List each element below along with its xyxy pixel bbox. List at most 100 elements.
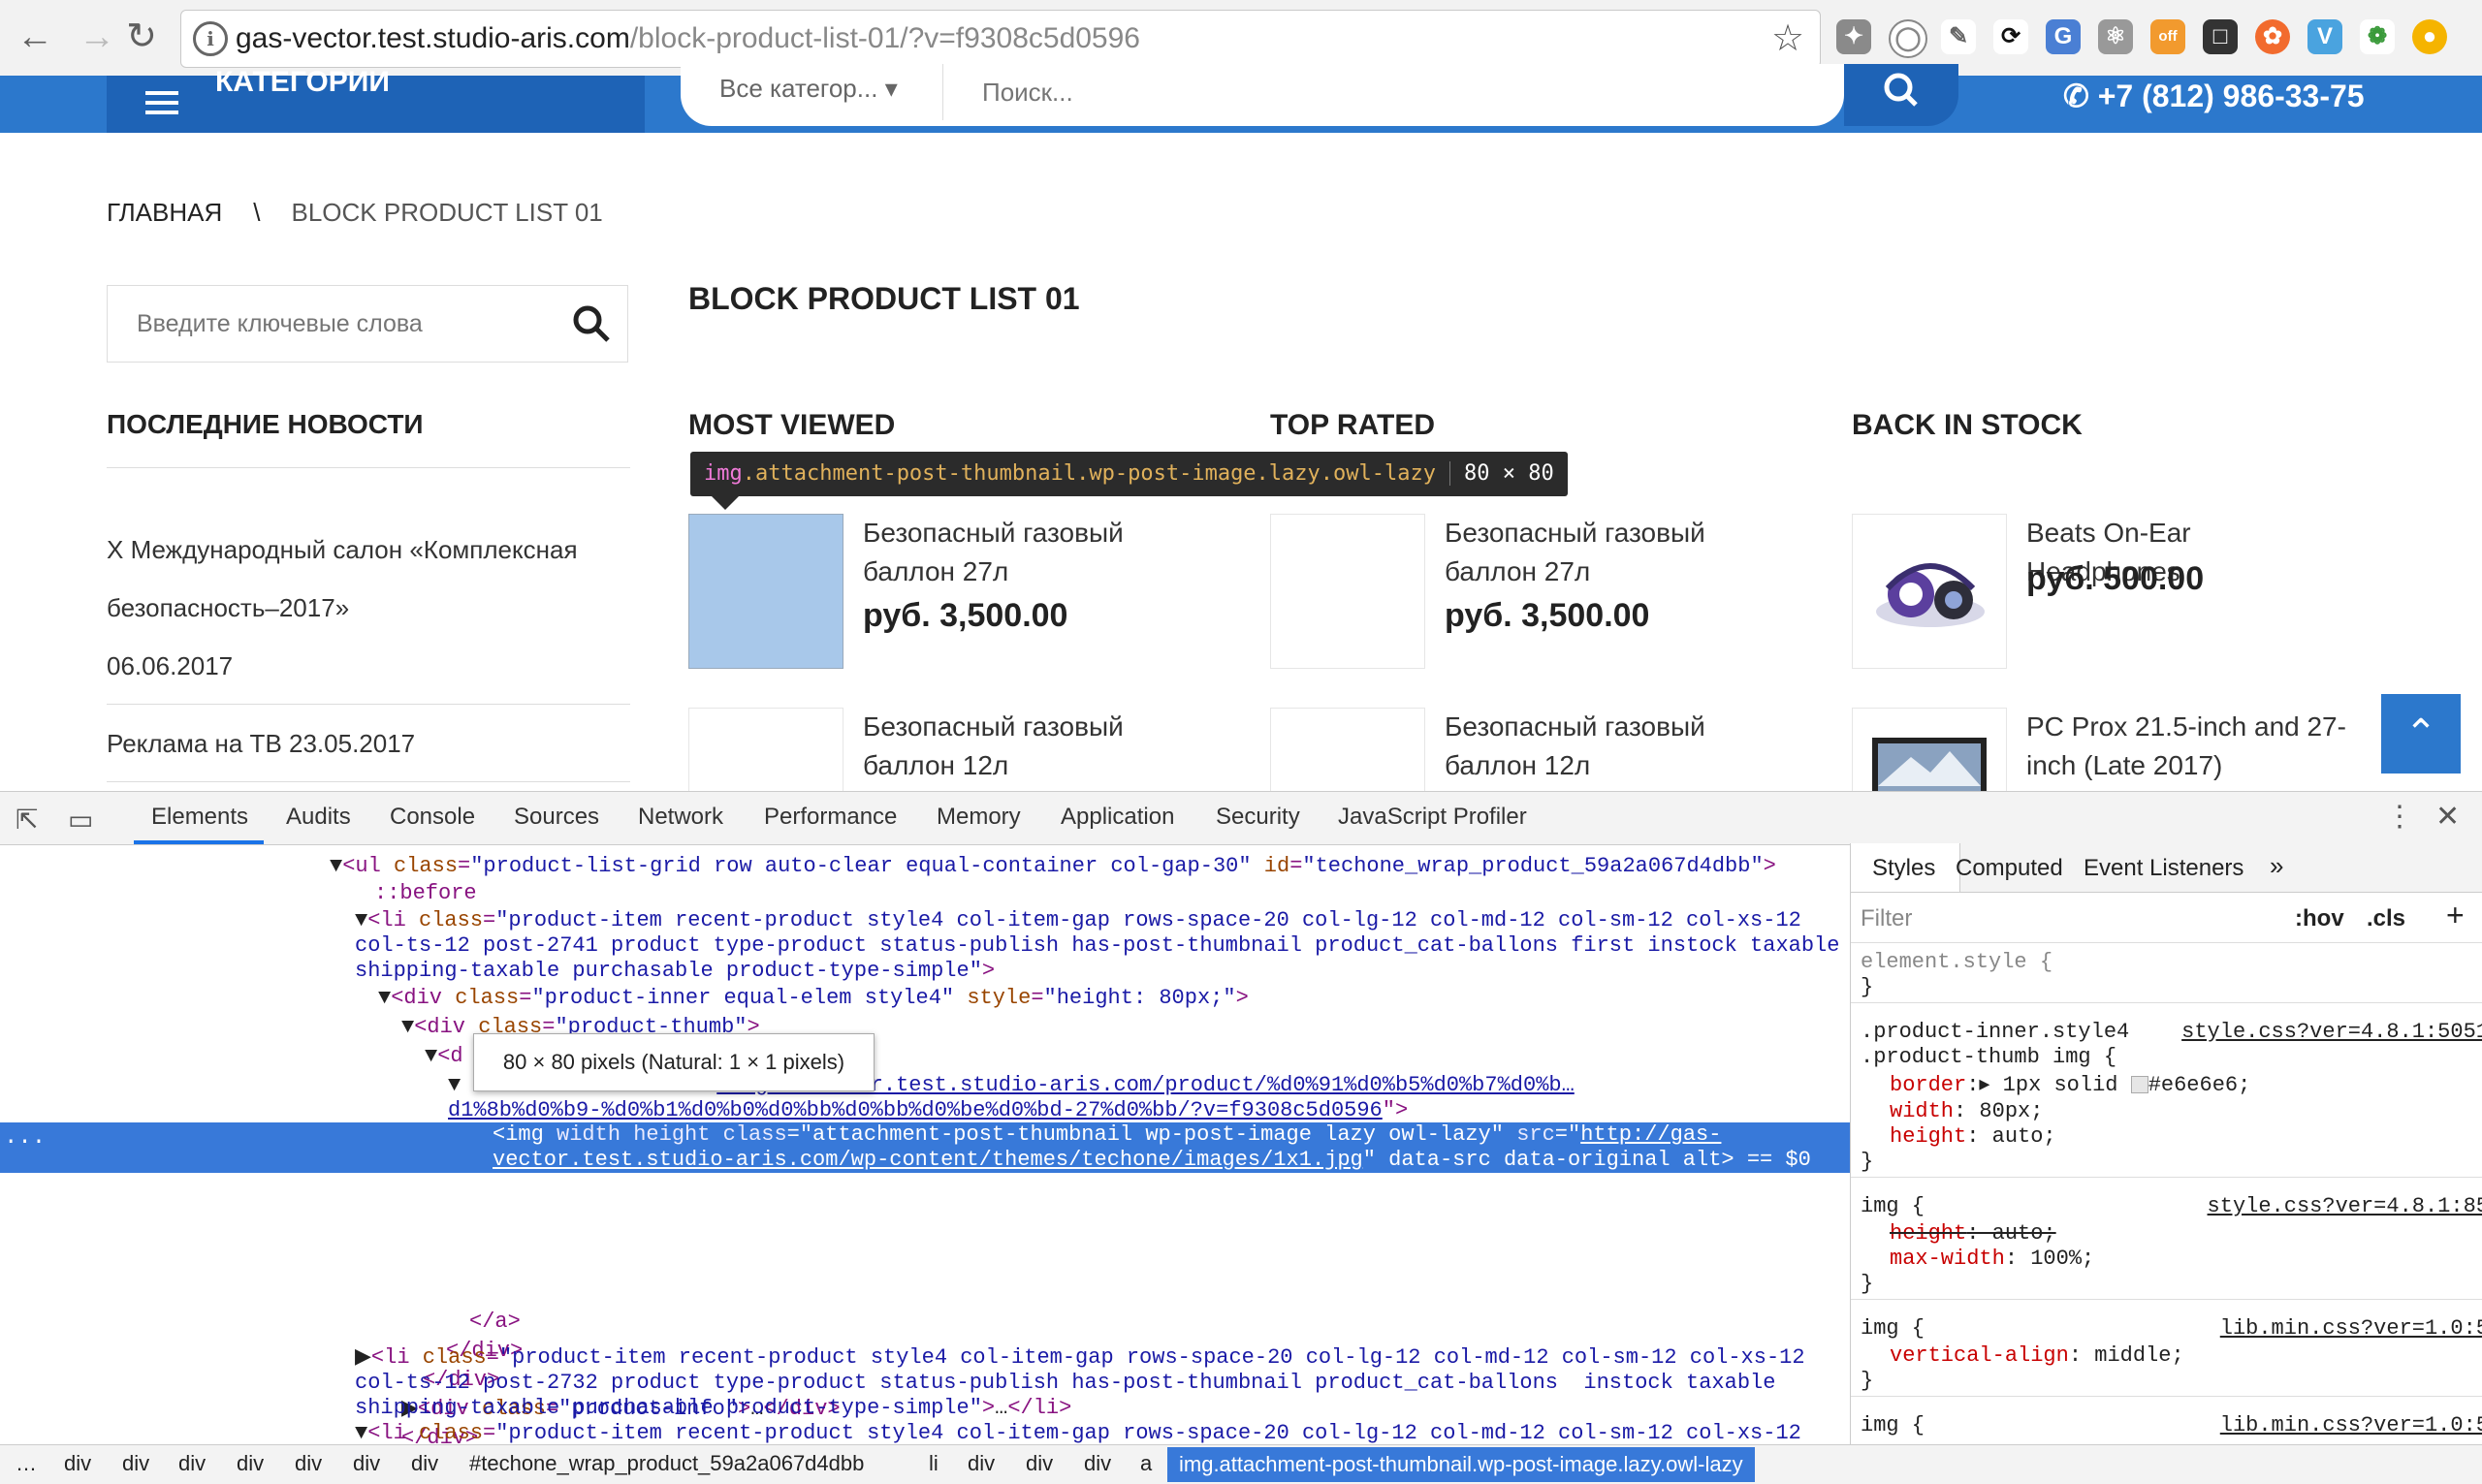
decl-height[interactable]: height: auto;: [1890, 1124, 2056, 1149]
cls-toggle[interactable]: .cls: [2367, 905, 2405, 932]
tab-console[interactable]: Console: [390, 804, 475, 831]
decl-width[interactable]: width: 80px;: [1890, 1099, 2043, 1123]
extension-flower-icon[interactable]: ✿: [2255, 19, 2290, 54]
dom-node-img-selected[interactable]: <img width height class="attachment-post…: [493, 1122, 1721, 1148]
category-select[interactable]: Все категор... ▾: [719, 74, 898, 104]
breadcrumb-home[interactable]: ГЛАВНАЯ: [107, 198, 222, 227]
rule-selector[interactable]: .product-inner.style4: [1861, 1020, 2129, 1044]
decl-border[interactable]: border:▸ 1px solid #e6e6e6;: [1890, 1072, 2250, 1097]
dom-node-a-cont[interactable]: d1%8b%d0%b9-%d0%b1%d0%b0%d0%bb%d0%bb%d0%…: [448, 1098, 1408, 1123]
crumb[interactable]: div: [295, 1451, 322, 1476]
crumb[interactable]: div: [1026, 1451, 1053, 1476]
reload-icon[interactable]: ↻: [120, 14, 163, 60]
extension-eyedropper-icon[interactable]: ✦: [1836, 19, 1871, 54]
crumb-ellipsis[interactable]: …: [16, 1451, 37, 1476]
extension-circle-icon[interactable]: ◯: [1889, 19, 1927, 58]
filter-input[interactable]: Filter: [1861, 905, 1912, 932]
more-tabs-icon[interactable]: »: [2270, 851, 2283, 881]
extension-translate-icon[interactable]: G: [2046, 19, 2081, 54]
extension-yellow-icon[interactable]: ●: [2412, 19, 2447, 54]
phone-number[interactable]: ✆ +7 (812) 986-33-75: [2063, 78, 2365, 114]
product-thumbnail-headphones[interactable]: [1852, 514, 2007, 669]
dom-node-li-next-cont[interactable]: col-ts-12 post-2732 product type-product…: [355, 1371, 1775, 1396]
crumb-id[interactable]: #techone_wrap_product_59a2a067d4dbb: [469, 1451, 864, 1476]
rule-source-link[interactable]: lib.min.css?ver=1.0:5: [2220, 1413, 2482, 1437]
dom-node-ul[interactable]: ▼<ul class="product-list-grid row auto-c…: [330, 854, 1776, 879]
categories-menu[interactable]: КАТЕГОРИИ: [107, 66, 645, 133]
dom-node-li-next[interactable]: ▶<li class="product-item recent-product …: [355, 1345, 1805, 1371]
product-thumbnail[interactable]: [1270, 708, 1425, 792]
dom-node-div[interactable]: ▼<d: [425, 1044, 463, 1069]
crumb[interactable]: a: [1140, 1451, 1152, 1476]
tab-javascript-profiler[interactable]: JavaScript Profiler: [1338, 804, 1527, 831]
extension-v-icon[interactable]: V: [2307, 19, 2342, 54]
dom-node-close-a[interactable]: </a>: [469, 1310, 521, 1335]
dom-node-li-cont[interactable]: shipping-taxable purchasable product-typ…: [355, 959, 995, 984]
news-item-title-line2[interactable]: безопасность–2017»: [107, 593, 349, 623]
search-input[interactable]: [942, 64, 1577, 120]
crumb[interactable]: div: [411, 1451, 438, 1476]
extension-bug-icon[interactable]: ❁: [2360, 19, 2395, 54]
product-name[interactable]: Безопасный газовый баллон 27л: [1445, 514, 1765, 591]
more-options-icon[interactable]: ⋮: [2385, 800, 2414, 834]
rule-source-link[interactable]: style.css?ver=4.8.1:85: [2208, 1194, 2482, 1218]
crumb[interactable]: div: [353, 1451, 380, 1476]
extension-sync-icon[interactable]: ⟳: [1993, 19, 2028, 54]
product-thumbnail[interactable]: [1270, 514, 1425, 669]
rule-selector[interactable]: .product-thumb img {: [1861, 1045, 2116, 1069]
rule-selector[interactable]: img {: [1861, 1316, 1925, 1341]
product-thumbnail-monitor[interactable]: [1852, 708, 2007, 792]
tab-audits[interactable]: Audits: [286, 804, 351, 831]
crumb[interactable]: div: [968, 1451, 995, 1476]
scroll-to-top-button[interactable]: ⌃: [2381, 694, 2461, 774]
extension-note-icon[interactable]: ✎: [1941, 19, 1976, 54]
tab-memory[interactable]: Memory: [937, 804, 1021, 831]
search-button[interactable]: [1844, 64, 1958, 126]
tab-styles[interactable]: Styles: [1872, 855, 1935, 882]
tab-event-listeners[interactable]: Event Listeners: [2084, 855, 2243, 882]
tab-application[interactable]: Application: [1061, 804, 1174, 831]
inspect-cursor-icon[interactable]: ⇱: [16, 804, 38, 836]
product-name[interactable]: PC Prox 21.5-inch and 27-inch (Late 2017…: [2026, 708, 2375, 785]
rule-element-style[interactable]: element.style {: [1861, 950, 2052, 974]
rule-selector[interactable]: img {: [1861, 1194, 1925, 1218]
sidebar-search-input[interactable]: [135, 303, 546, 344]
dom-node-li-partial[interactable]: ▼<li class="product-item recent-product …: [355, 1421, 1801, 1446]
crumb-selected[interactable]: img.attachment-post-thumbnail.wp-post-im…: [1167, 1447, 1755, 1482]
crumb[interactable]: div: [1084, 1451, 1111, 1476]
bookmark-star-icon[interactable]: ☆: [1771, 16, 1804, 60]
product-name[interactable]: Безопасный газовый баллон 12л: [1445, 708, 1765, 785]
device-toolbar-icon[interactable]: ▭: [68, 804, 93, 836]
hov-toggle[interactable]: :hov: [2295, 905, 2344, 932]
close-icon[interactable]: ✕: [2435, 800, 2460, 834]
search-icon[interactable]: [571, 303, 612, 349]
dom-pseudo-before[interactable]: ::before: [374, 881, 477, 906]
tab-elements[interactable]: Elements: [151, 804, 248, 831]
address-bar[interactable]: i gas-vector.test.studio-aris.com/block-…: [180, 10, 1821, 68]
news-item-title-line1[interactable]: X Международный салон «Комплексная: [107, 535, 578, 565]
extension-off-icon[interactable]: off: [2150, 19, 2185, 54]
product-name[interactable]: Безопасный газовый баллон 12л: [863, 708, 1183, 785]
ellipsis-icon[interactable]: ...: [4, 1124, 46, 1151]
back-arrow-icon[interactable]: ←: [14, 14, 56, 60]
forward-arrow-icon[interactable]: →: [76, 14, 118, 60]
tab-network[interactable]: Network: [638, 804, 723, 831]
crumb[interactable]: div: [64, 1451, 91, 1476]
info-icon[interactable]: i: [193, 21, 228, 56]
tab-performance[interactable]: Performance: [764, 804, 897, 831]
rule-source-link[interactable]: lib.min.css?ver=1.0:5: [2220, 1316, 2482, 1341]
crumb[interactable]: li: [929, 1451, 939, 1476]
crumb[interactable]: div: [237, 1451, 264, 1476]
decl-max-width[interactable]: max-width: 100%;: [1890, 1247, 2094, 1271]
product-name[interactable]: Безопасный газовый баллон 27л: [863, 514, 1183, 591]
dom-node-li-cont[interactable]: col-ts-12 post-2741 product type-product…: [355, 933, 1839, 959]
tab-sources[interactable]: Sources: [514, 804, 599, 831]
tab-computed[interactable]: Computed: [1956, 855, 2063, 882]
extension-monitor-icon[interactable]: □: [2203, 19, 2238, 54]
extension-react-icon[interactable]: ⚛: [2098, 19, 2133, 54]
hamburger-icon[interactable]: [145, 85, 178, 120]
product-thumbnail[interactable]: [688, 708, 843, 792]
news-item-title[interactable]: Реклама на ТВ 23.05.2017: [107, 729, 415, 759]
decl-vertical-align[interactable]: vertical-align: middle;: [1890, 1343, 2184, 1368]
product-thumbnail-highlighted[interactable]: [688, 514, 843, 669]
